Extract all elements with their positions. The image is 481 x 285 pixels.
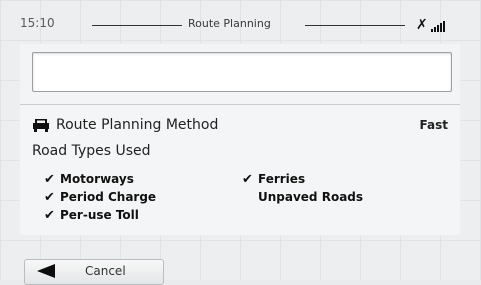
back-arrow-icon <box>37 264 55 278</box>
title-divider-right <box>305 25 405 26</box>
road-type-label: Ferries <box>258 172 306 186</box>
route-planning-method-label: Route Planning Method <box>56 117 219 133</box>
checkmark-icon: ✔ <box>242 172 253 187</box>
title-divider-left <box>92 25 182 26</box>
road-type-ferries[interactable]: ✔ Ferries <box>242 171 305 187</box>
road-types-label: Road Types Used <box>32 143 151 159</box>
cancel-label: Cancel <box>85 264 126 278</box>
road-type-per-use-toll[interactable]: ✔ Per-use Toll <box>44 207 139 223</box>
road-type-period-charge[interactable]: ✔ Period Charge <box>44 189 156 205</box>
route-settings-panel[interactable]: Route Planning Method Fast Road Types Us… <box>20 104 460 235</box>
signal-strength-icon <box>430 20 445 32</box>
checkmark-icon: ✔ <box>44 172 55 187</box>
clock: 15:10 <box>20 16 55 30</box>
status-bar: 15:10 Route Planning ✗ <box>0 0 481 40</box>
input-panel <box>20 44 460 105</box>
route-planning-method-row[interactable]: Route Planning Method Fast <box>32 115 452 137</box>
road-type-label: Motorways <box>60 172 134 186</box>
screen-title: Route Planning <box>188 17 271 30</box>
status-icons: ✗ <box>416 14 445 32</box>
road-type-label: Period Charge <box>60 190 157 204</box>
car-icon <box>33 119 49 132</box>
road-type-motorways[interactable]: ✔ Motorways <box>44 171 134 187</box>
route-planning-method-value: Fast <box>419 118 448 132</box>
road-type-label: Per-use Toll <box>60 208 139 222</box>
satellite-icon: ✗ <box>416 17 428 33</box>
road-type-unpaved-roads[interactable]: ✔Unpaved Roads <box>242 189 363 205</box>
cancel-button[interactable]: Cancel <box>24 259 164 285</box>
search-input[interactable] <box>32 52 452 92</box>
checkmark-icon: ✔ <box>44 190 55 205</box>
road-type-label: Unpaved Roads <box>258 190 364 204</box>
checkmark-icon: ✔ <box>44 208 55 223</box>
